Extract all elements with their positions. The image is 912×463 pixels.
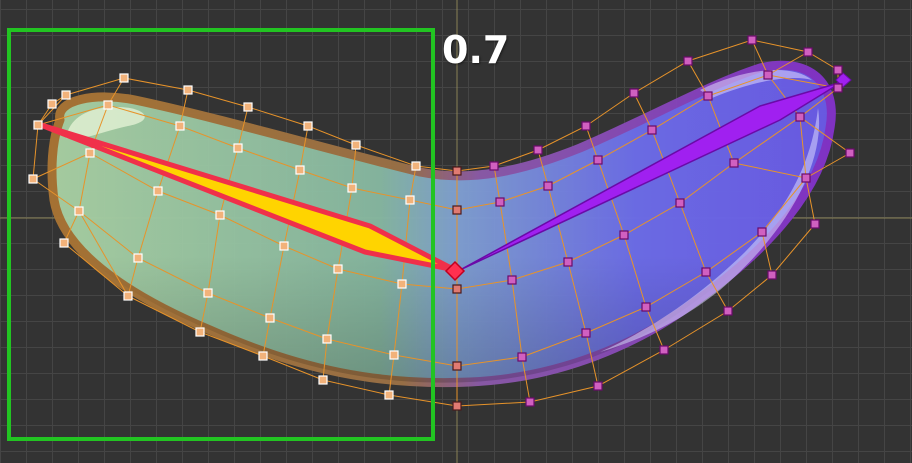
vertex-handle-icon[interactable]: [641, 302, 651, 312]
vertex-handle-icon[interactable]: [729, 158, 739, 168]
vertex-handle-icon[interactable]: [405, 195, 415, 205]
vertex-handle-icon[interactable]: [28, 174, 38, 184]
vertex-handle-icon[interactable]: [795, 112, 805, 122]
vertex-handle-icon[interactable]: [195, 327, 205, 337]
vertex-handle-icon[interactable]: [452, 361, 462, 371]
vertex-handle-icon[interactable]: [675, 198, 685, 208]
vertex-handle-icon[interactable]: [801, 173, 811, 183]
vertex-handle-icon[interactable]: [619, 230, 629, 240]
weight-value-label: 0.7: [442, 28, 510, 72]
vertex-handle-icon[interactable]: [384, 390, 394, 400]
vertex-handle-icon[interactable]: [723, 306, 733, 316]
vertex-handle-icon[interactable]: [489, 161, 499, 171]
vertex-handle-icon[interactable]: [265, 313, 275, 323]
vertex-handle-icon[interactable]: [119, 73, 129, 83]
vertex-handle-icon[interactable]: [452, 284, 462, 294]
vertex-handle-icon[interactable]: [103, 100, 113, 110]
vertex-handle-icon[interactable]: [351, 140, 361, 150]
editor-viewport[interactable]: 0.7: [0, 0, 912, 463]
vertex-handle-icon[interactable]: [411, 161, 421, 171]
vertex-handle-icon[interactable]: [74, 206, 84, 216]
vertex-handle-icon[interactable]: [133, 253, 143, 263]
vertex-handle-icon[interactable]: [833, 83, 843, 93]
vertex-handle-icon[interactable]: [593, 155, 603, 165]
vertex-handle-icon[interactable]: [347, 183, 357, 193]
vertex-handle-icon[interactable]: [322, 334, 332, 344]
vertex-handle-icon[interactable]: [593, 381, 603, 391]
vertex-handle-icon[interactable]: [659, 345, 669, 355]
vertex-handle-icon[interactable]: [397, 279, 407, 289]
vertex-handle-icon[interactable]: [215, 210, 225, 220]
vertex-handle-icon[interactable]: [452, 166, 462, 176]
vertex-handle-icon[interactable]: [33, 120, 43, 130]
vertex-handle-icon[interactable]: [747, 35, 757, 45]
vertex-handle-icon[interactable]: [533, 145, 543, 155]
vertex-handle-icon[interactable]: [123, 291, 133, 301]
vertex-handle-icon[interactable]: [47, 99, 57, 109]
vertex-handle-icon[interactable]: [258, 351, 268, 361]
vertex-handle-icon[interactable]: [495, 197, 505, 207]
vertex-handle-icon[interactable]: [153, 186, 163, 196]
vertex-handle-icon[interactable]: [183, 85, 193, 95]
vertex-handle-icon[interactable]: [701, 267, 711, 277]
vertex-handle-icon[interactable]: [59, 238, 69, 248]
vertex-handle-icon[interactable]: [647, 125, 657, 135]
vertex-handle-icon[interactable]: [303, 121, 313, 131]
vertex-handle-icon[interactable]: [767, 270, 777, 280]
vertex-handle-icon[interactable]: [295, 165, 305, 175]
vertex-handle-icon[interactable]: [563, 257, 573, 267]
vertex-handle-icon[interactable]: [85, 148, 95, 158]
vertex-handle-icon[interactable]: [233, 143, 243, 153]
vertex-handle-icon[interactable]: [525, 397, 535, 407]
vertex-handle-icon[interactable]: [279, 241, 289, 251]
vertex-handle-icon[interactable]: [763, 70, 773, 80]
vertex-handle-icon[interactable]: [581, 328, 591, 338]
vertex-handle-icon[interactable]: [703, 91, 713, 101]
vertex-handle-icon[interactable]: [629, 88, 639, 98]
vertex-handle-icon[interactable]: [389, 350, 399, 360]
vertex-handle-icon[interactable]: [452, 401, 462, 411]
mesh-edge: [32, 124, 39, 180]
vertex-handle-icon[interactable]: [543, 181, 553, 191]
vertex-handle-icon[interactable]: [845, 148, 855, 158]
vertex-handle-icon[interactable]: [581, 121, 591, 131]
vertex-handle-icon[interactable]: [803, 47, 813, 57]
vertex-handle-icon[interactable]: [757, 227, 767, 237]
vertex-handle-icon[interactable]: [61, 90, 71, 100]
vertex-handle-icon[interactable]: [507, 275, 517, 285]
vertex-handle-icon[interactable]: [318, 375, 328, 385]
vertex-handle-icon[interactable]: [683, 56, 693, 66]
vertex-handle-icon[interactable]: [333, 264, 343, 274]
vertex-handle-icon[interactable]: [833, 65, 843, 75]
vertex-handle-icon[interactable]: [203, 288, 213, 298]
vertex-handle-icon[interactable]: [243, 102, 253, 112]
vertex-handle-icon[interactable]: [175, 121, 185, 131]
vertex-handle-icon[interactable]: [452, 205, 462, 215]
vertex-handle-icon[interactable]: [517, 352, 527, 362]
vertex-handle-icon[interactable]: [810, 219, 820, 229]
